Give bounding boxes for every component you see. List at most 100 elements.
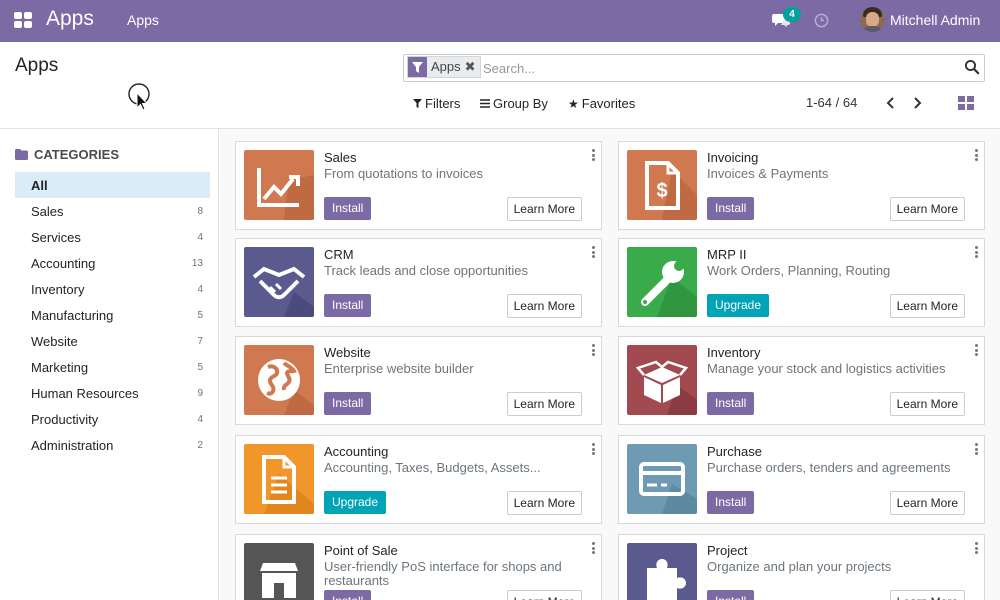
page-title: Apps — [15, 55, 59, 76]
list-icon — [480, 99, 490, 108]
install-button[interactable]: Install — [707, 392, 755, 415]
card-menu-icon[interactable] — [974, 344, 978, 356]
app-card-invoicing[interactable]: $ Invoicing Invoices & Payments Install … — [618, 141, 985, 230]
app-card-purchase[interactable]: Purchase Purchase orders, tenders and ag… — [618, 435, 985, 524]
facet-remove-icon[interactable]: ✖ — [465, 57, 480, 77]
category-label: Human Resources — [31, 385, 139, 401]
learn-more-button[interactable]: Learn More — [506, 590, 582, 600]
install-button[interactable]: Install — [324, 392, 372, 415]
category-accounting[interactable]: Accounting 13 — [15, 250, 210, 276]
activity-clock-icon[interactable] — [814, 13, 829, 28]
pager-value[interactable]: 1-64 / 64 — [806, 95, 857, 110]
category-inventory[interactable]: Inventory 4 — [15, 276, 210, 302]
user-name[interactable]: Mitchell Admin — [890, 12, 980, 28]
filters-label: Filters — [425, 96, 461, 111]
learn-more-button[interactable]: Learn More — [506, 491, 582, 515]
category-administration[interactable]: Administration 2 — [15, 432, 210, 458]
folder-icon — [15, 149, 28, 160]
app-name: Invoicing — [707, 150, 759, 165]
card-menu-icon[interactable] — [591, 344, 595, 356]
card-menu-icon[interactable] — [974, 246, 978, 258]
app-summary: Organize and plan your projects — [707, 559, 892, 574]
group-by-label: Group By — [493, 96, 548, 111]
category-count: 8 — [197, 205, 203, 217]
learn-more-button[interactable]: Learn More — [889, 294, 965, 318]
app-summary: Enterprise website builder — [324, 361, 474, 376]
group-by-dropdown[interactable]: Group By — [480, 96, 548, 111]
card-menu-icon[interactable] — [591, 149, 595, 161]
category-label: Inventory — [31, 281, 85, 297]
svg-text:$: $ — [656, 180, 667, 202]
kanban-view-icon[interactable] — [958, 96, 974, 110]
category-marketing[interactable]: Marketing 5 — [15, 354, 210, 380]
category-label: Administration — [31, 437, 114, 453]
card-menu-icon[interactable] — [974, 443, 978, 455]
category-services[interactable]: Services 4 — [15, 224, 210, 250]
learn-more-button[interactable]: Learn More — [506, 197, 582, 221]
app-card-mrp-ii[interactable]: MRP II Work Orders, Planning, Routing Up… — [618, 238, 985, 327]
app-summary: Manage your stock and logistics activiti… — [707, 361, 946, 376]
app-card-inventory[interactable]: Inventory Manage your stock and logistic… — [618, 336, 985, 425]
app-card-crm[interactable]: CRM Track leads and close opportunities … — [235, 238, 602, 327]
chevron-left-icon[interactable] — [884, 95, 898, 111]
categories-header: CATEGORIES — [15, 147, 119, 162]
invoice-dollar-icon: $ — [627, 150, 697, 220]
handshake-icon — [244, 247, 314, 317]
chevron-right-icon[interactable] — [910, 95, 924, 111]
home-menu-icon[interactable] — [14, 12, 32, 28]
search-input[interactable] — [483, 58, 943, 79]
chat-count-badge: 4 — [783, 7, 801, 22]
search-icon[interactable] — [964, 59, 980, 75]
filters-dropdown[interactable]: Filters — [413, 96, 460, 111]
category-count: 9 — [197, 387, 203, 399]
app-card-point-of-sale[interactable]: Point of Sale User-friendly PoS interfac… — [235, 534, 602, 600]
app-card-project[interactable]: Project Organize and plan your projects … — [618, 534, 985, 600]
app-name: CRM — [324, 247, 354, 262]
app-card-sales[interactable]: Sales From quotations to invoices Instal… — [235, 141, 602, 230]
learn-more-button[interactable]: Learn More — [889, 491, 965, 515]
install-button[interactable]: Install — [707, 590, 755, 600]
category-label: Sales — [31, 203, 64, 219]
menu-item-apps[interactable]: Apps — [127, 12, 159, 28]
category-productivity[interactable]: Productivity 4 — [15, 406, 210, 432]
app-card-accounting[interactable]: Accounting Accounting, Taxes, Budgets, A… — [235, 435, 602, 524]
filter-icon — [413, 99, 422, 108]
install-button[interactable]: Install — [707, 491, 755, 514]
install-button[interactable]: Install — [707, 197, 755, 220]
card-menu-icon[interactable] — [974, 149, 978, 161]
install-button[interactable]: Install — [324, 294, 372, 317]
learn-more-button[interactable]: Learn More — [889, 590, 965, 600]
learn-more-button[interactable]: Learn More — [889, 392, 965, 416]
app-summary: User-friendly PoS interface for shops an… — [324, 559, 562, 588]
category-count: 5 — [197, 361, 203, 373]
upgrade-button[interactable]: Upgrade — [324, 491, 387, 514]
category-all[interactable]: All — [15, 172, 210, 198]
category-label: Manufacturing — [31, 307, 114, 323]
card-menu-icon[interactable] — [591, 542, 595, 554]
install-button[interactable]: Install — [324, 197, 372, 220]
mouse-cursor-icon — [128, 83, 150, 111]
user-avatar[interactable] — [860, 7, 885, 32]
card-menu-icon[interactable] — [591, 443, 595, 455]
category-website[interactable]: Website 7 — [15, 328, 210, 354]
category-sales[interactable]: Sales 8 — [15, 198, 210, 224]
app-summary: Accounting, Taxes, Budgets, Assets... — [324, 460, 541, 475]
upgrade-button[interactable]: Upgrade — [707, 294, 770, 317]
card-menu-icon[interactable] — [974, 542, 978, 554]
category-manufacturing[interactable]: Manufacturing 5 — [15, 302, 210, 328]
app-card-website[interactable]: Website Enterprise website builder Insta… — [235, 336, 602, 425]
learn-more-button[interactable]: Learn More — [889, 197, 965, 221]
puzzle-icon — [627, 543, 697, 600]
favorites-dropdown[interactable]: ★ Favorites — [568, 96, 635, 111]
categories-title: CATEGORIES — [34, 147, 119, 162]
wrench-icon — [627, 247, 697, 317]
learn-more-button[interactable]: Learn More — [506, 294, 582, 318]
app-summary: Work Orders, Planning, Routing — [707, 263, 891, 278]
install-button[interactable]: Install — [324, 590, 372, 600]
category-label: Accounting — [31, 255, 96, 271]
navbar-brand[interactable]: Apps — [46, 7, 94, 31]
card-menu-icon[interactable] — [591, 246, 595, 258]
learn-more-button[interactable]: Learn More — [506, 392, 582, 416]
box-icon — [627, 345, 697, 415]
category-human-resources[interactable]: Human Resources 9 — [15, 380, 210, 406]
